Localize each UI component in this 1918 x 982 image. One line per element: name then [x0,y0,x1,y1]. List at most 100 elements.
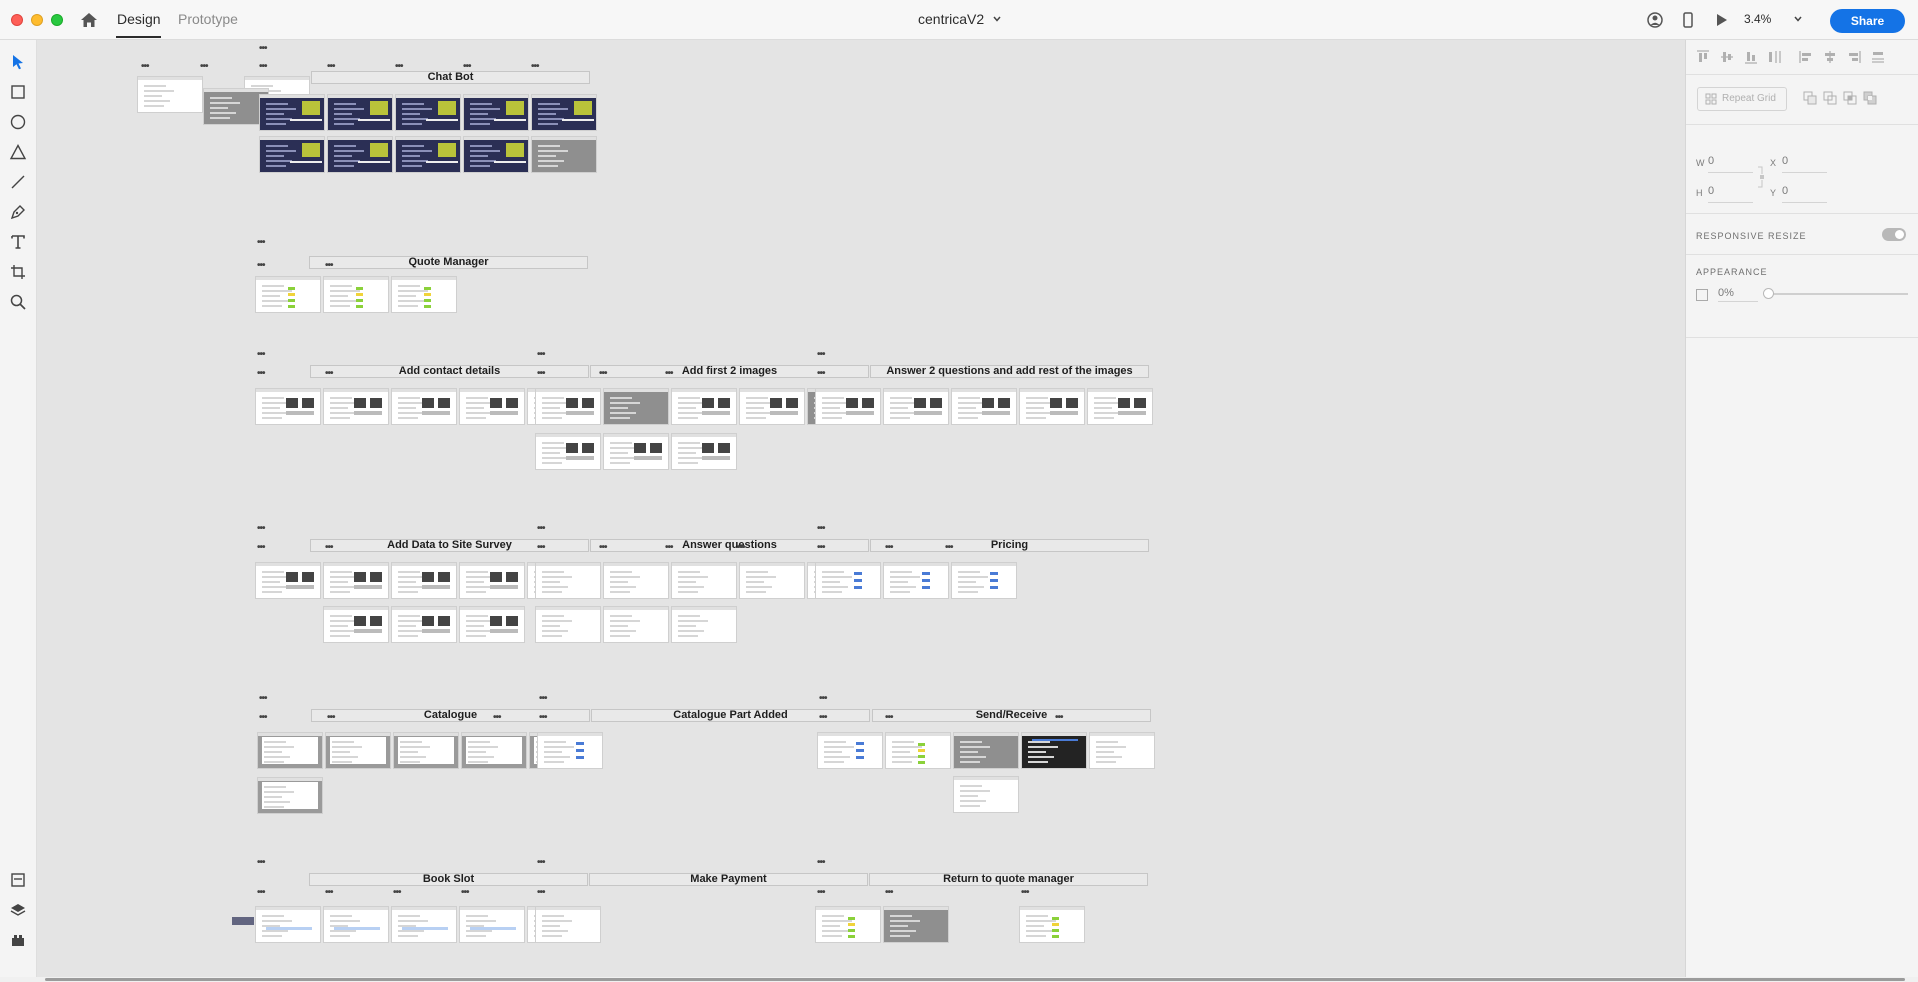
artboard-thumbnail[interactable] [391,606,457,643]
artboard-more-options[interactable]: ••• [257,369,265,379]
play-icon[interactable] [1712,11,1730,29]
artboard-more-options[interactable]: ••• [599,543,607,553]
home-icon[interactable] [80,11,98,29]
artboard-thumbnail[interactable] [255,276,321,313]
artboard-more-options[interactable]: ••• [665,369,673,379]
artboard-more-options[interactable]: ••• [257,888,265,898]
artboard-more-options[interactable]: ••• [599,369,607,379]
artboard-thumbnail[interactable] [883,906,949,943]
opacity-slider-handle[interactable] [1763,288,1774,299]
artboard-thumbnail[interactable] [327,136,393,173]
opacity-slider-track[interactable] [1768,293,1908,295]
artboard-thumbnail[interactable] [459,606,525,643]
artboard-thumbnail[interactable] [255,562,321,599]
artboard-thumbnail[interactable] [391,562,457,599]
artboard-group-title[interactable]: Catalogue Part Added [591,709,870,722]
artboard-more-options[interactable]: ••• [327,713,335,723]
rectangle-tool-icon[interactable] [9,83,27,101]
align-middle-icon[interactable] [1719,49,1735,65]
distribute-vertical-icon[interactable] [1870,49,1886,65]
artboard-thumbnail[interactable] [1019,388,1085,425]
zoom-tool-icon[interactable] [9,293,27,311]
user-icon[interactable] [1646,11,1664,29]
artboard-more-options[interactable]: ••• [531,62,539,72]
layers-icon[interactable] [9,901,27,919]
artboard-more-options[interactable]: ••• [537,524,545,534]
artboard-more-options[interactable]: ••• [257,543,265,553]
artboard-more-options[interactable]: ••• [885,888,893,898]
maximize-window-button[interactable] [51,14,63,26]
artboard-more-options[interactable]: ••• [945,543,953,553]
artboard-group-title[interactable]: Add Data to Site Survey [310,539,589,552]
artboard-thumbnail[interactable] [137,76,203,113]
artboard-thumbnail[interactable] [463,136,529,173]
width-field[interactable]: 0 [1708,155,1753,173]
artboard-more-options[interactable]: ••• [463,62,471,72]
artboard-tool-icon[interactable] [9,263,27,281]
distribute-horizontal-icon[interactable] [1766,49,1782,65]
artboard-group-title[interactable]: Return to quote manager [869,873,1148,886]
artboard-thumbnail[interactable] [323,388,389,425]
artboard-thumbnail[interactable] [603,606,669,643]
artboard-group-title[interactable]: Chat Bot [311,71,590,84]
artboard-thumbnail[interactable] [951,562,1017,599]
device-preview-icon[interactable] [1679,11,1697,29]
artboard-thumbnail[interactable] [393,732,459,769]
artboard-more-options[interactable]: ••• [259,713,267,723]
align-left-icon[interactable] [1798,49,1814,65]
artboard-thumbnail[interactable] [323,276,389,313]
artboard-more-options[interactable]: ••• [395,62,403,72]
artboard-thumbnail[interactable] [257,732,323,769]
artboard-more-options[interactable]: ••• [819,713,827,723]
artboard-thumbnail[interactable] [817,732,883,769]
artboard-thumbnail[interactable] [885,732,951,769]
select-tool-icon[interactable] [9,53,27,71]
artboard-thumbnail[interactable] [671,433,737,470]
zoom-chevron-down-icon[interactable] [1793,14,1803,24]
artboard-more-options[interactable]: ••• [257,261,265,271]
plugins-icon[interactable] [9,931,27,949]
horizontal-scrollbar[interactable] [45,978,1905,981]
line-tool-icon[interactable] [9,173,27,191]
artboard-more-options[interactable]: ••• [817,524,825,534]
artboard-more-options[interactable]: ••• [537,858,545,868]
artboard-more-options[interactable]: ••• [257,524,265,534]
artboard-more-options[interactable]: ••• [885,713,893,723]
align-right-icon[interactable] [1846,49,1862,65]
lock-aspect-icon[interactable] [1757,166,1765,188]
artboard-group-title[interactable]: Add contact details [310,365,589,378]
artboard-group-title[interactable]: Answer questions [590,539,869,552]
artboard-more-options[interactable]: ••• [537,888,545,898]
artboard-more-options[interactable]: ••• [737,543,745,553]
artboard-thumbnail[interactable] [1089,732,1155,769]
artboard-thumbnail[interactable] [815,562,881,599]
artboard-thumbnail[interactable] [815,906,881,943]
artboard-more-options[interactable]: ••• [537,543,545,553]
artboard-more-options[interactable]: ••• [257,238,265,248]
artboard-more-options[interactable]: ••• [819,694,827,704]
share-button[interactable]: Share [1830,9,1905,33]
align-center-icon[interactable] [1822,49,1838,65]
ellipse-tool-icon[interactable] [9,113,27,131]
artboard-thumbnail[interactable] [459,562,525,599]
artboard-thumbnail[interactable] [671,562,737,599]
artboard-more-options[interactable]: ••• [325,543,333,553]
artboard-thumbnail[interactable] [535,562,601,599]
artboard-group-title[interactable]: Add first 2 images [590,365,869,378]
artboard-more-options[interactable]: ••• [817,350,825,360]
artboard-thumbnail[interactable] [323,606,389,643]
artboard-thumbnail[interactable] [535,906,601,943]
artboard-more-options[interactable]: ••• [817,858,825,868]
artboard-group-title[interactable]: Pricing [870,539,1149,552]
design-canvas[interactable]: Chat Bot Quote Manager Add contact detai… [37,40,1685,977]
artboard-more-options[interactable]: ••• [1055,713,1063,723]
artboard-more-options[interactable]: ••• [493,713,501,723]
artboard-more-options[interactable]: ••• [817,543,825,553]
repeat-grid-button[interactable]: Repeat Grid [1697,87,1787,111]
artboard-thumbnail[interactable] [255,906,321,943]
intersect-icon[interactable] [1843,91,1857,105]
tab-prototype[interactable]: Prototype [178,11,238,27]
artboard-thumbnail[interactable] [535,388,601,425]
pen-tool-icon[interactable] [9,203,27,221]
artboard-thumbnail[interactable] [671,606,737,643]
